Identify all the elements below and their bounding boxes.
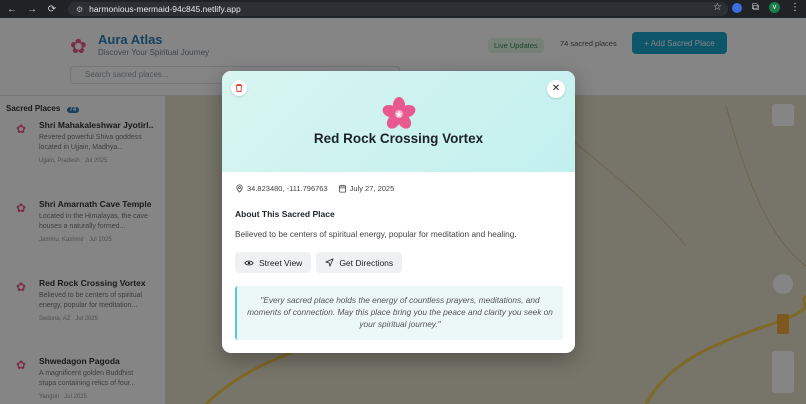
browser-nav: ← → ⟳ [0,4,58,15]
coordinates-text: 34.823480, -111.796763 [247,184,328,193]
coordinates: 34.823480, -111.796763 [235,184,328,193]
place-detail-modal: ✕ Red Rock Crossing Vortex 34.823480, -1… [222,71,575,353]
bookmark-star-icon[interactable]: ☆ [713,2,722,13]
eye-icon [244,260,254,265]
date: July 27, 2025 [338,184,395,193]
navigation-arrow-icon [325,258,334,267]
trash-icon [235,84,243,92]
back-icon[interactable]: ← [6,4,18,15]
delete-button[interactable] [231,80,247,96]
modal-title: Red Rock Crossing Vortex [313,131,484,146]
date-text: July 27, 2025 [349,184,395,193]
extension-icon[interactable] [731,2,742,13]
forward-icon[interactable]: → [26,4,38,15]
street-view-button[interactable]: Street View [235,252,312,273]
modal-header: ✕ Red Rock Crossing Vortex [222,71,575,172]
close-icon: ✕ [551,83,561,94]
place-meta-row: 34.823480, -111.796763 July 27, 2025 [235,184,394,193]
about-text: Believed to be centers of spiritual ener… [235,229,517,239]
map-pin-icon [236,184,243,193]
address-bar[interactable]: ⚙ harmonious-mermaid-94c845.netlify.app [68,2,728,16]
browser-menu-icon[interactable]: ⋮ [790,2,800,13]
url-text: harmonious-mermaid-94c845.netlify.app [89,4,241,14]
sakura-flower-icon [382,97,416,129]
calendar-icon [338,184,346,193]
directions-label: Get Directions [339,257,394,268]
browser-actions: ☆ ⧉ v ⋮ [713,2,800,13]
close-button[interactable]: ✕ [547,80,565,98]
get-directions-button[interactable]: Get Directions [316,252,403,273]
extensions-puzzle-icon[interactable]: ⧉ [752,2,759,13]
about-heading: About This Sacred Place [235,209,335,219]
inspirational-quote: "Every sacred place holds the energy of … [235,286,563,340]
action-buttons: Street View Get Directions [235,252,403,273]
reload-icon[interactable]: ⟳ [46,4,58,15]
browser-toolbar: ← → ⟳ ⚙ harmonious-mermaid-94c845.netlif… [0,0,806,18]
profile-avatar[interactable]: v [769,2,780,13]
street-view-label: Street View [259,257,303,268]
site-info-icon[interactable]: ⚙ [76,5,83,14]
